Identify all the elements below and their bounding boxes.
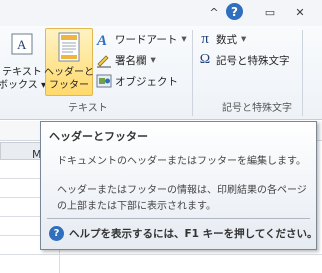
ribbon: A テキスト ボックス ▾ ヘッダーと フッター A ワードアート ▾ 署名欄 …	[0, 26, 322, 120]
signature-dropdown-icon: ▾	[150, 54, 156, 66]
signature-line-label: 署名欄	[115, 54, 147, 67]
grid-row-line	[0, 197, 40, 198]
omega-icon: Ω	[199, 52, 211, 67]
ribbon-group-separator	[192, 30, 193, 116]
grid-row-line	[0, 254, 322, 255]
textbox-button[interactable]: A テキスト ボックス ▾	[0, 30, 46, 96]
restore-window-icon[interactable]: ▭	[262, 4, 278, 20]
signature-line-icon	[96, 52, 112, 68]
help-icon: ?	[49, 226, 64, 241]
textbox-label-line2: ボックス ▾	[0, 79, 46, 92]
wordart-label: ワードアート	[115, 33, 178, 46]
equation-dropdown-icon: ▾	[241, 33, 247, 45]
ribbon-group-separator-2	[302, 30, 303, 116]
grid-row-line	[0, 216, 40, 217]
close-window-icon[interactable]: ✕	[292, 4, 308, 20]
symbol-label: 記号と特殊文字	[216, 54, 290, 67]
grid-row-line	[0, 178, 40, 179]
object-label: オブジェクト	[115, 75, 178, 88]
help-button[interactable]: ?	[226, 3, 243, 20]
title-bar: ^ ? ▭ ✕	[0, 0, 322, 26]
svg-text:A: A	[17, 37, 27, 52]
wordart-icon: A	[96, 31, 112, 47]
screentip-tooltip: ヘッダーとフッター ドキュメントのヘッダーまたはフッターを編集します。 ヘッダー…	[40, 121, 318, 250]
textbox-label-line2-text: ボックス	[0, 80, 38, 91]
equation-label: 数式	[216, 33, 237, 46]
wordart-button[interactable]: A ワードアート ▾	[96, 30, 187, 48]
minimize-ribbon-icon[interactable]: ^	[206, 4, 222, 20]
textbox-icon: A	[10, 32, 34, 56]
header-footer-icon	[56, 32, 82, 62]
header-footer-label-line2: フッター	[49, 80, 89, 91]
header-footer-button[interactable]: ヘッダーと フッター	[44, 28, 94, 96]
header-footer-label-line1: ヘッダーと	[44, 67, 94, 78]
object-button[interactable]: オブジェクト	[96, 72, 178, 90]
grid-row-line	[0, 235, 40, 236]
tooltip-help-text: ヘルプを表示するには、F1 キーを押してください。	[69, 228, 318, 240]
svg-text:A: A	[96, 33, 107, 47]
pi-icon: π	[201, 30, 209, 47]
object-icon	[96, 73, 112, 89]
symbol-button[interactable]: Ω 記号と特殊文字	[197, 51, 290, 69]
equation-button[interactable]: π 数式 ▾	[197, 30, 246, 48]
signature-line-button[interactable]: 署名欄 ▾	[96, 51, 156, 69]
group-symbols-label: 記号と特殊文字	[222, 103, 292, 114]
tooltip-description: ドキュメントのヘッダーまたはフッターを編集します。	[57, 156, 306, 167]
textbox-label-line1: テキスト	[2, 67, 42, 78]
tooltip-title: ヘッダーとフッター	[49, 130, 148, 143]
wordart-dropdown-icon: ▾	[181, 33, 187, 45]
tooltip-info: ヘッダーまたはフッターの情報は、印刷結果の各ページの上部または下部に表示されます…	[57, 185, 307, 212]
group-text-label: テキスト	[68, 103, 108, 114]
tooltip-divider	[47, 218, 310, 219]
